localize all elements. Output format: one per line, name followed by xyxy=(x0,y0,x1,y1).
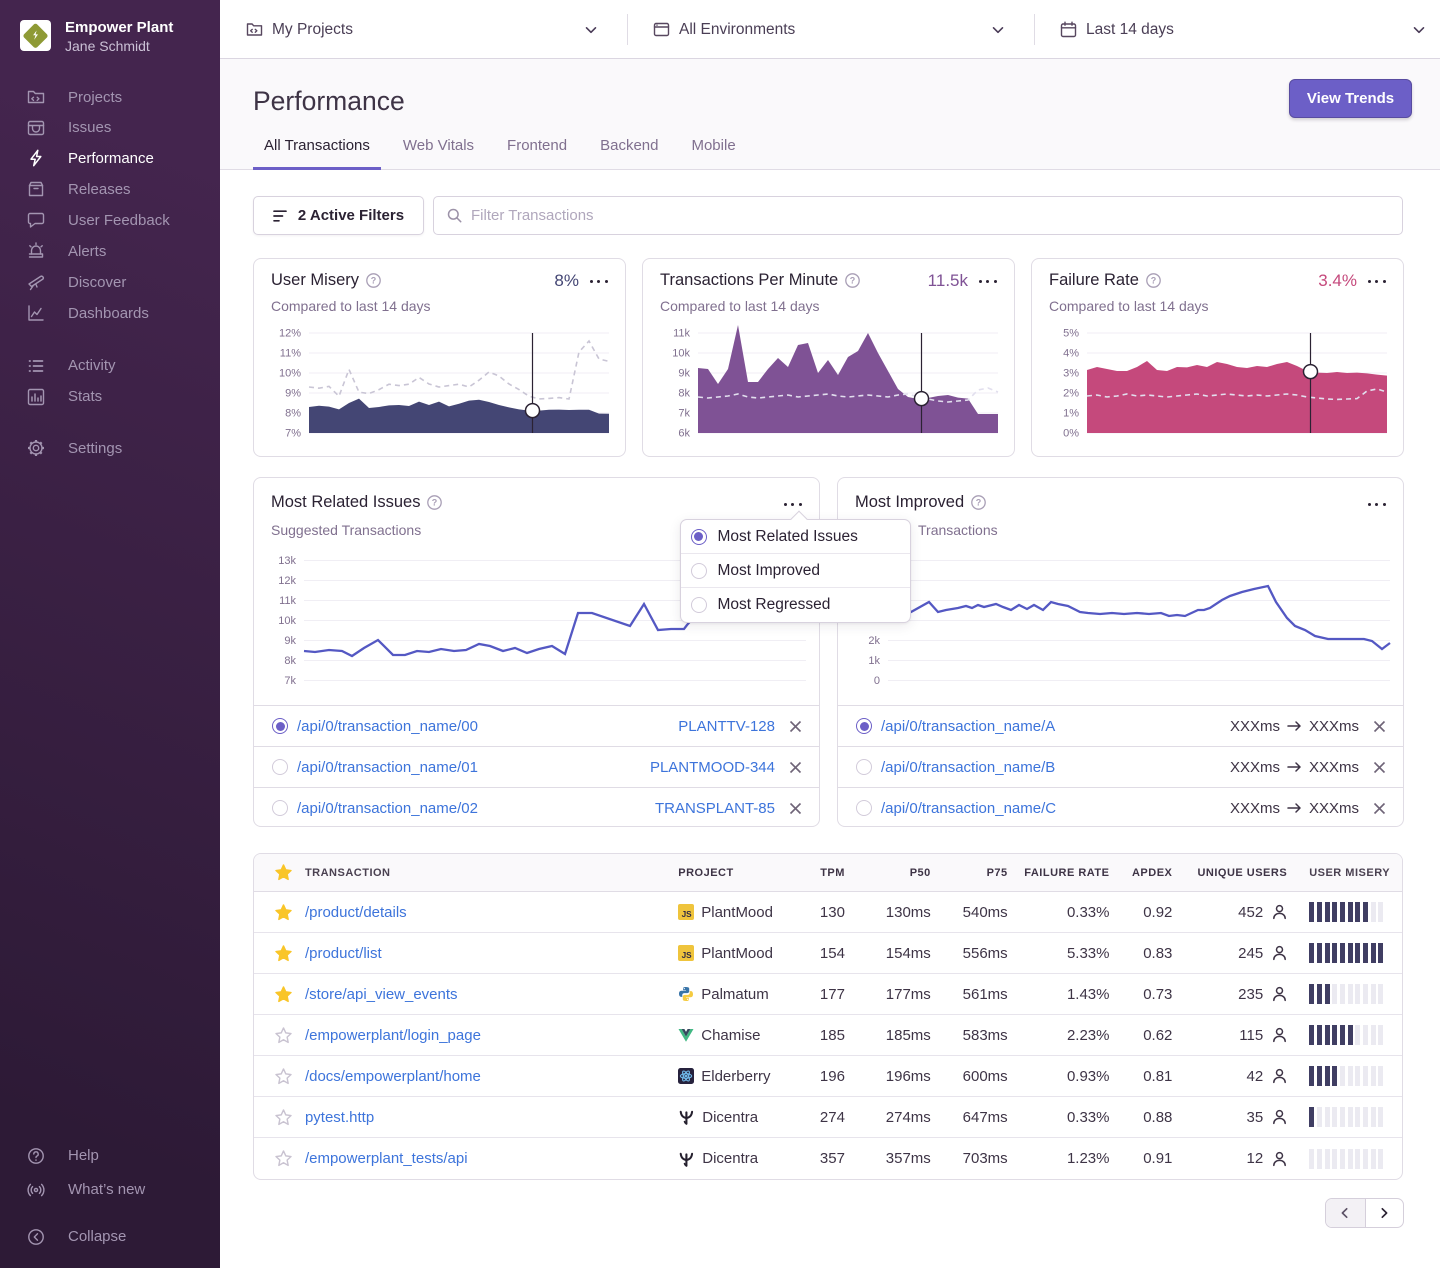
svg-text:12%: 12% xyxy=(279,328,301,340)
svg-text:4%: 4% xyxy=(1063,348,1079,360)
svg-text:9k: 9k xyxy=(678,368,690,380)
svg-text:8k: 8k xyxy=(284,655,296,667)
svg-text:10k: 10k xyxy=(672,348,690,360)
svg-text:?: ? xyxy=(1151,276,1157,286)
svg-text:JS: JS xyxy=(682,910,693,919)
svg-text:1%: 1% xyxy=(1063,408,1079,420)
svg-text:9%: 9% xyxy=(285,388,301,400)
svg-text:11k: 11k xyxy=(279,595,296,607)
svg-text:13k: 13k xyxy=(278,555,296,567)
svg-text:11k: 11k xyxy=(673,328,690,340)
svg-text:2%: 2% xyxy=(1063,388,1079,400)
svg-text:12k: 12k xyxy=(278,575,296,587)
svg-text:0%: 0% xyxy=(1063,428,1079,440)
svg-text:8k: 8k xyxy=(678,388,690,400)
svg-text:?: ? xyxy=(850,276,856,286)
svg-text:9k: 9k xyxy=(284,635,296,647)
svg-text:7%: 7% xyxy=(285,428,301,440)
svg-text:7k: 7k xyxy=(678,408,690,420)
svg-text:6k: 6k xyxy=(678,428,690,440)
svg-text:1k: 1k xyxy=(868,655,880,667)
svg-text:10k: 10k xyxy=(278,615,296,627)
svg-text:8%: 8% xyxy=(285,408,301,420)
svg-text:?: ? xyxy=(432,498,438,508)
svg-text:2k: 2k xyxy=(868,635,880,647)
svg-text:JS: JS xyxy=(682,951,693,960)
svg-text:7k: 7k xyxy=(284,675,296,687)
svg-text:5%: 5% xyxy=(1063,328,1079,340)
svg-text:10%: 10% xyxy=(279,368,301,380)
svg-text:?: ? xyxy=(371,276,377,286)
svg-text:?: ? xyxy=(976,498,982,508)
svg-text:3%: 3% xyxy=(1063,368,1079,380)
svg-text:11%: 11% xyxy=(280,348,301,360)
svg-text:0: 0 xyxy=(874,675,880,687)
